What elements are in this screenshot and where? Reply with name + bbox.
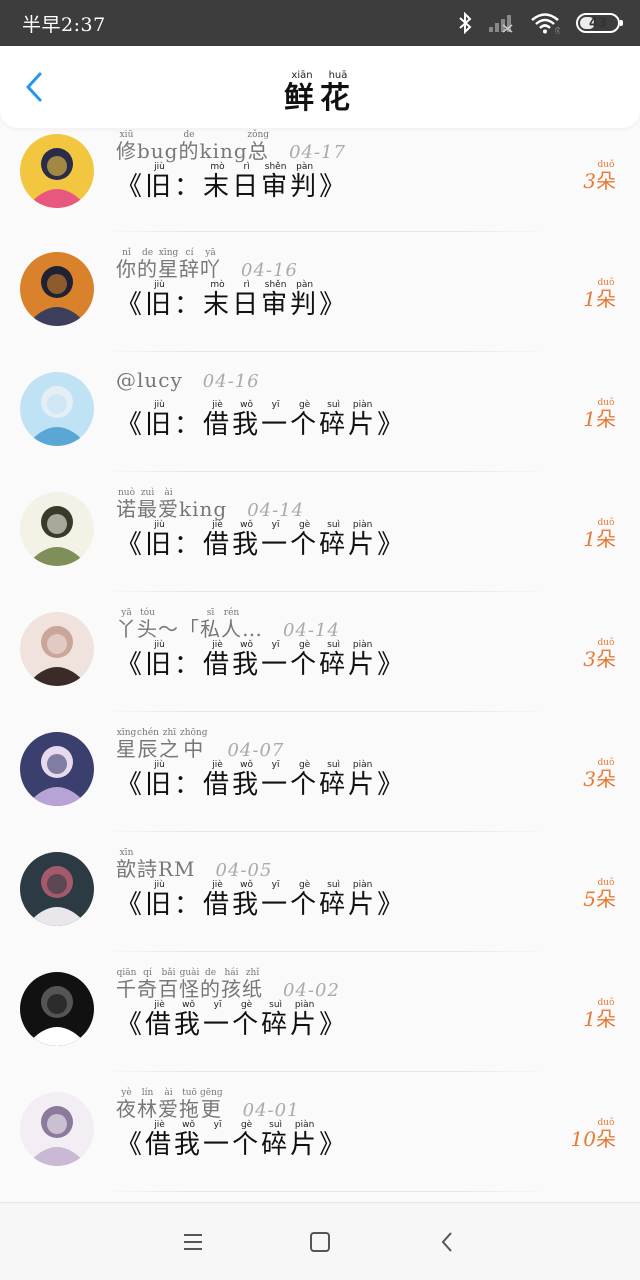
avatar[interactable]	[20, 372, 94, 446]
item-date: 04-17	[289, 142, 346, 163]
status-bar: 半早2:37 ⓘ 43	[0, 0, 640, 46]
item-meta: 星xīng辰chén之zhī中zhōng 04-07	[116, 728, 284, 762]
back-triangle-icon	[441, 1231, 452, 1252]
status-icons: ⓘ 43	[458, 12, 623, 34]
item-meta: 歆xīn詩RM 04-05	[116, 848, 272, 882]
username[interactable]: 你nǐ的de星xīng辞cí吖yā	[116, 248, 221, 282]
system-nav-bar	[0, 1202, 640, 1280]
menu-button[interactable]	[173, 1222, 213, 1262]
flower-count: 5朵duǒ	[583, 878, 616, 911]
item-content: 《旧jiù：末mò日rì审shěn判pàn》	[116, 162, 349, 202]
wifi-icon: ⓘ	[530, 12, 560, 34]
list-item[interactable]: 诺nuò最zuì爱àiking 04-14 《旧jiù：借jiè我wǒ一yī个gè碎…	[0, 472, 640, 592]
item-date: 04-05	[215, 860, 273, 881]
list-item[interactable]: 你nǐ的de星xīng辞cí吖yā 04-16 《旧jiù：末mò日rì审shěn判…	[0, 232, 640, 352]
flower-count: 3朵duǒ	[583, 638, 616, 671]
avatar[interactable]	[20, 852, 94, 926]
item-date: 04-16	[241, 260, 298, 281]
flower-count: 1朵duǒ	[583, 998, 616, 1031]
item-meta: 夜yè林lín爱ài拖tuō更gēng 04-01	[116, 1088, 300, 1122]
item-meta: 千qiān奇qí百bǎi怪guài的de孩hái纸zhǐ 04-02	[116, 968, 340, 1002]
item-meta: 你nǐ的de星xīng辞cí吖yā 04-16	[116, 248, 298, 282]
flower-record-list: 修xiūbug的deking总zǒng 04-17 《旧jiù：末mò日rì审shě…	[0, 128, 640, 1192]
avatar[interactable]	[20, 492, 94, 566]
signal-icon	[488, 13, 514, 33]
flower-count: 3朵duǒ	[583, 758, 616, 791]
item-content: 《旧jiù：借jiè我wǒ一yī个gè碎suì片piàn》	[116, 880, 407, 920]
item-meta: @lucy 04-16	[116, 368, 260, 392]
list-item[interactable]: @lucy 04-16 《旧jiù：借jiè我wǒ一yī个gè碎suì片piàn》 1…	[0, 352, 640, 472]
username[interactable]: 修xiūbug的deking总zǒng	[116, 130, 269, 164]
item-content: 《旧jiù：借jiè我wǒ一yī个gè碎suì片piàn》	[116, 760, 407, 800]
page-title: 鲜xiān花huā	[0, 70, 640, 117]
page-header: 鲜xiān花huā	[0, 46, 640, 128]
battery-level-text: 43	[588, 15, 608, 31]
username[interactable]: 丫yā头tóu～「私sī人rén…	[116, 608, 263, 642]
system-back-button[interactable]	[427, 1222, 467, 1262]
item-meta: 诺nuò最zuì爱àiking 04-14	[116, 488, 304, 522]
item-meta: 修xiūbug的deking总zǒng 04-17	[116, 130, 346, 164]
item-date: 04-07	[227, 740, 285, 761]
bluetooth-icon	[458, 12, 472, 34]
username[interactable]: 夜yè林lín爱ài拖tuō更gēng	[116, 1088, 223, 1122]
flower-count: 1朵duǒ	[583, 518, 616, 551]
item-date: 04-02	[283, 980, 340, 1001]
username[interactable]: 千qiān奇qí百bǎi怪guài的de孩hái纸zhǐ	[116, 968, 263, 1002]
avatar[interactable]	[20, 972, 94, 1046]
list-item[interactable]: 千qiān奇qí百bǎi怪guài的de孩hái纸zhǐ 04-02 《借jiè我w…	[0, 952, 640, 1072]
item-date: 04-01	[242, 1100, 300, 1121]
list-item[interactable]: 丫yā头tóu～「私sī人rén… 04-14 《旧jiù：借jiè我wǒ一yī个g…	[0, 592, 640, 712]
item-content: 《借jiè我wǒ一yī个gè碎suì片piàn》	[116, 1000, 349, 1040]
home-square-icon	[309, 1231, 330, 1252]
menu-icon	[184, 1233, 203, 1250]
item-content: 《旧jiù：末mò日rì审shěn判pàn》	[116, 280, 349, 320]
flower-count: 3朵duǒ	[583, 160, 616, 193]
username[interactable]: 歆xīn詩RM	[116, 848, 196, 882]
item-content: 《旧jiù：借jiè我wǒ一yī个gè碎suì片piàn》	[116, 640, 407, 680]
svg-text:ⓘ: ⓘ	[555, 27, 560, 34]
username[interactable]: 星xīng辰chén之zhī中zhōng	[116, 728, 207, 762]
username[interactable]: @lucy	[116, 368, 183, 392]
flower-count: 1朵duǒ	[583, 398, 616, 431]
list-item[interactable]: 歆xīn詩RM 04-05 《旧jiù：借jiè我wǒ一yī个gè碎suì片piàn…	[0, 832, 640, 952]
list-item[interactable]: 夜yè林lín爱ài拖tuō更gēng 04-01 《借jiè我wǒ一yī个gè碎s…	[0, 1072, 640, 1192]
title-char: 花huā	[320, 70, 356, 116]
list-item[interactable]: 修xiūbug的deking总zǒng 04-17 《旧jiù：末mò日rì审shě…	[0, 128, 640, 232]
battery-icon: 43	[576, 13, 623, 33]
avatar[interactable]	[20, 252, 94, 326]
flower-count: 1朵duǒ	[583, 278, 616, 311]
avatar[interactable]	[20, 732, 94, 806]
flower-count: 10朵duǒ	[570, 1118, 616, 1151]
item-date: 04-14	[247, 500, 305, 521]
home-button[interactable]	[300, 1222, 340, 1262]
item-content: 《旧jiù：借jiè我wǒ一yī个gè碎suì片piàn》	[116, 400, 407, 440]
avatar[interactable]	[20, 1092, 94, 1166]
avatar[interactable]	[20, 134, 94, 208]
item-meta: 丫yā头tóu～「私sī人rén… 04-14	[116, 608, 340, 642]
item-date: 04-14	[283, 620, 340, 641]
item-content: 《旧jiù：借jiè我wǒ一yī个gè碎suì片piàn》	[116, 520, 407, 560]
status-time: 半早2:37	[22, 13, 106, 36]
avatar[interactable]	[20, 612, 94, 686]
list-item[interactable]: 星xīng辰chén之zhī中zhōng 04-07 《旧jiù：借jiè我wǒ一y…	[0, 712, 640, 832]
title-char: 鲜xiān	[284, 70, 320, 116]
item-date: 04-16	[202, 371, 260, 392]
item-content: 《借jiè我wǒ一yī个gè碎suì片piàn》	[116, 1120, 349, 1160]
username[interactable]: 诺nuò最zuì爱àiking	[116, 488, 227, 522]
